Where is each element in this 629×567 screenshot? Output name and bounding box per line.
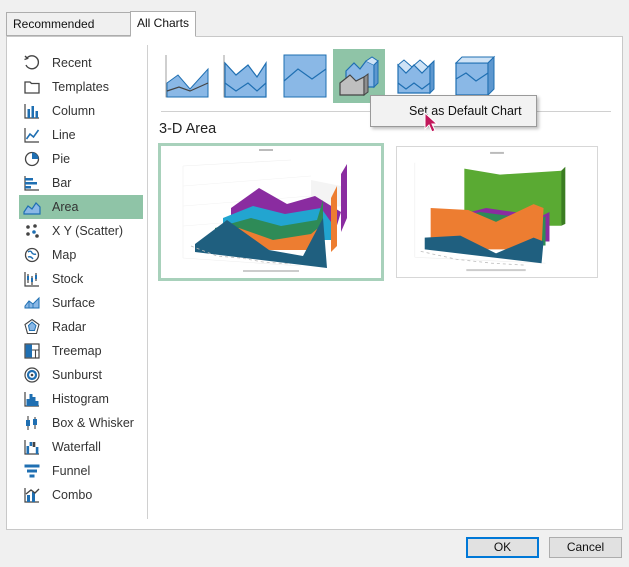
surface-chart-icon xyxy=(24,296,40,309)
bar-chart-icon xyxy=(24,176,39,191)
sidebar-item-line[interactable]: Line xyxy=(19,123,143,147)
sidebar-item-label: Surface xyxy=(52,296,96,310)
histogram-chart-icon xyxy=(24,392,39,407)
sidebar-item-templates[interactable]: Templates xyxy=(19,75,143,99)
sidebar-item-label: Bar xyxy=(52,176,72,190)
tab-all-charts[interactable]: All Charts xyxy=(130,11,196,37)
sidebar-item-label: Box & Whisker xyxy=(52,416,134,430)
sidebar-item-label: Funnel xyxy=(52,464,91,478)
chart-preview-image xyxy=(397,147,597,277)
sidebar-item-map[interactable]: Map xyxy=(19,243,143,267)
mouse-pointer-icon xyxy=(424,112,439,133)
set-as-default-chart-menu-item[interactable]: Set as Default Chart xyxy=(372,97,535,125)
waterfall-chart-icon xyxy=(24,440,39,455)
sidebar-item-label: Radar xyxy=(52,320,87,334)
sidebar-item-label: X Y (Scatter) xyxy=(52,224,124,238)
templates-icon xyxy=(24,81,40,94)
sidebar-item-combo[interactable]: Combo xyxy=(19,483,143,507)
sidebar-item-label: Combo xyxy=(52,488,93,502)
sidebar-item-radar[interactable]: Radar xyxy=(19,315,143,339)
box-whisker-chart-icon xyxy=(26,416,37,430)
combo-chart-icon xyxy=(24,488,40,503)
sidebar-item-label: Area xyxy=(52,200,79,214)
sidebar-item-bar[interactable]: Bar xyxy=(19,171,143,195)
sidebar-item-surface[interactable]: Surface xyxy=(19,291,143,315)
sidebar-item-label: Line xyxy=(52,128,76,142)
sidebar-item-label: Pie xyxy=(52,152,71,166)
radar-chart-icon xyxy=(24,318,40,335)
chart-type-list: Recent Templates Column Line Pie Bar Are… xyxy=(19,51,143,507)
sidebar-item-label: Waterfall xyxy=(52,440,101,454)
column-chart-icon xyxy=(24,104,39,119)
ok-button[interactable]: OK xyxy=(466,537,539,558)
sidebar-item-waterfall[interactable]: Waterfall xyxy=(19,435,143,459)
stacked-area-subtype-icon xyxy=(223,55,267,98)
cancel-button[interactable]: Cancel xyxy=(549,537,622,558)
3d-stacked-area-subtype-icon xyxy=(397,59,435,95)
sunburst-chart-icon xyxy=(24,367,40,383)
sidebar-item-pie[interactable]: Pie xyxy=(19,147,143,171)
3d-100-percent-stacked-area-subtype-icon xyxy=(454,55,496,97)
3d-area-preview-2[interactable] xyxy=(396,146,598,278)
sidebar-item-histogram[interactable]: Histogram xyxy=(19,387,143,411)
sidebar-item-box-whisker[interactable]: Box & Whisker xyxy=(19,411,143,435)
chart-preview-image xyxy=(161,146,381,278)
section-title: 3-D Area xyxy=(159,121,217,137)
sidebar-item-label: Stock xyxy=(52,272,84,286)
sidebar-item-recent[interactable]: Recent xyxy=(19,51,143,75)
subtype-area[interactable] xyxy=(161,49,213,103)
tab-recommended-charts[interactable]: Recommended Charts xyxy=(6,12,131,53)
stock-chart-icon xyxy=(24,272,39,287)
sidebar-item-treemap[interactable]: Treemap xyxy=(19,339,143,363)
sidebar-item-label: Templates xyxy=(52,80,109,94)
sidebar-item-label: Treemap xyxy=(52,344,102,358)
funnel-chart-icon xyxy=(24,464,40,478)
3d-area-subtype-icon xyxy=(339,56,379,96)
line-chart-icon xyxy=(24,128,40,143)
100-percent-stacked-area-subtype-icon xyxy=(283,54,327,98)
sidebar-item-area[interactable]: Area xyxy=(19,195,143,219)
sidebar-item-label: Column xyxy=(52,104,96,118)
3d-area-preview-1[interactable] xyxy=(158,143,384,281)
sidebar-divider xyxy=(147,45,148,519)
sidebar-item-label: Recent xyxy=(52,56,92,70)
sidebar-item-stock[interactable]: Stock xyxy=(19,267,143,291)
sidebar-item-scatter[interactable]: X Y (Scatter) xyxy=(19,219,143,243)
sidebar-item-funnel[interactable]: Funnel xyxy=(19,459,143,483)
context-menu: Set as Default Chart xyxy=(370,95,537,127)
sidebar-item-label: Map xyxy=(52,248,77,262)
sidebar-item-label: Sunburst xyxy=(52,368,103,382)
area-chart-icon xyxy=(23,202,41,215)
subtype-100-percent-stacked-area[interactable] xyxy=(279,49,331,103)
map-chart-icon xyxy=(24,247,40,263)
recent-icon xyxy=(24,55,40,70)
area-subtype-icon xyxy=(165,55,209,98)
subtype-stacked-area[interactable] xyxy=(219,49,271,103)
pie-chart-icon xyxy=(24,151,40,167)
sidebar-item-sunburst[interactable]: Sunburst xyxy=(19,363,143,387)
treemap-chart-icon xyxy=(24,343,40,359)
scatter-chart-icon xyxy=(26,224,39,238)
sidebar-item-column[interactable]: Column xyxy=(19,99,143,123)
sidebar-item-label: Histogram xyxy=(52,392,109,406)
